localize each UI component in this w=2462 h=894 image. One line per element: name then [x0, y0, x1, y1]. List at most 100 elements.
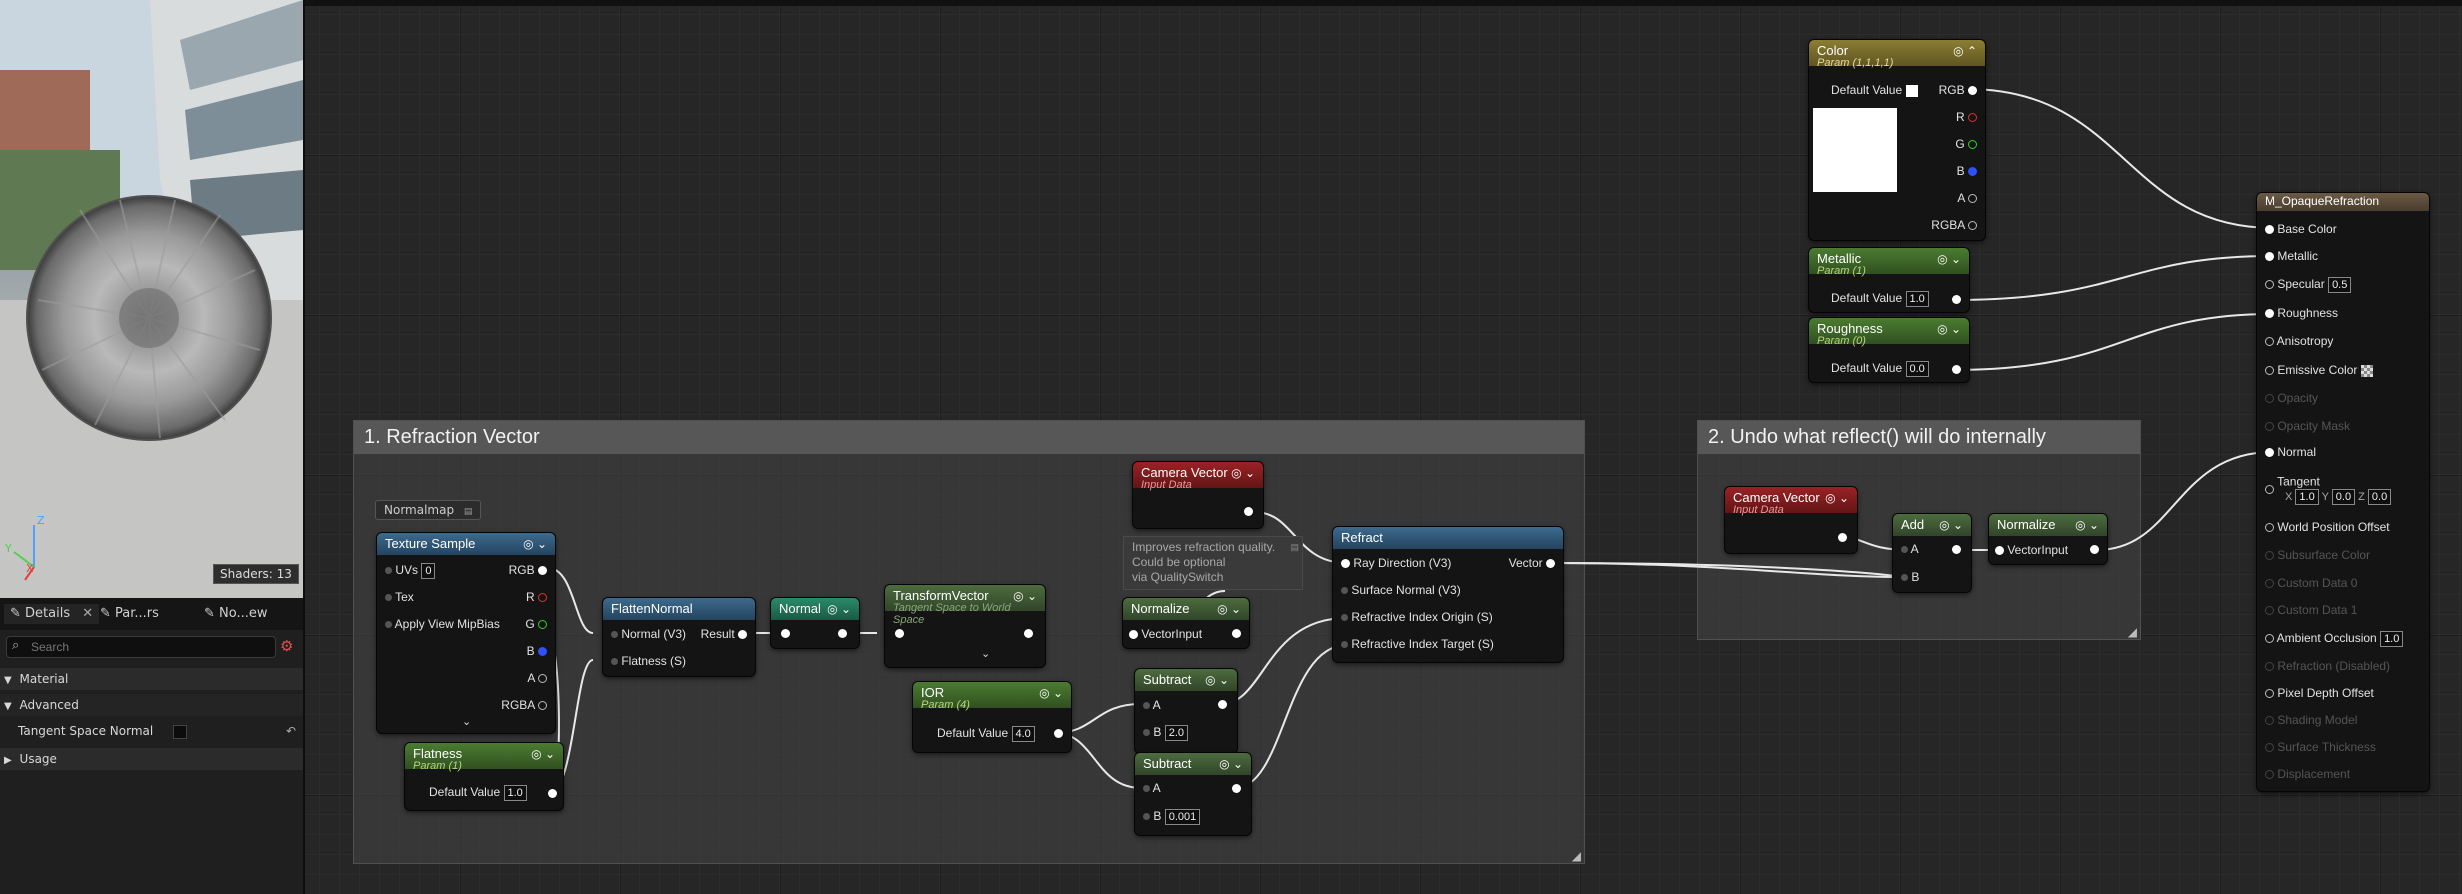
- pin-a[interactable]: A: [1901, 542, 1919, 556]
- pin-refractive-index-origin[interactable]: Refractive Index Origin (S): [1341, 610, 1493, 624]
- node-subtract-2[interactable]: Subtract ◎ ⌄ A B 0.001: [1135, 753, 1251, 835]
- node-subtract-1[interactable]: Subtract ◎ ⌄ A B 2.0: [1135, 669, 1237, 753]
- node-options-icon[interactable]: ◎ ⌄: [1205, 673, 1229, 687]
- resize-handle-icon[interactable]: ◢: [1572, 849, 1581, 863]
- pin-default-value[interactable]: Default Value 1.0: [1831, 291, 1929, 307]
- node-options-icon[interactable]: ◎ ⌄: [1039, 686, 1063, 700]
- pin-default-value[interactable]: Default Value: [1831, 83, 1918, 97]
- node-camera-vector-2[interactable]: Camera Vector Input Data ◎ ⌄: [1725, 487, 1857, 553]
- pin-out-circle-icon[interactable]: [1244, 507, 1253, 516]
- pin-metallic[interactable]: Metallic: [2265, 249, 2318, 263]
- settings-gear-icon[interactable]: ⚙: [280, 637, 293, 655]
- node-flatness-param[interactable]: Flatness Param (1) ◎ ⌄ Default Value 1.0: [405, 743, 563, 810]
- pin-world-position-offset[interactable]: World Position Offset: [2265, 520, 2390, 534]
- material-graph-canvas[interactable]: 1. Refraction Vector ◢ 2. Undo what refl…: [305, 0, 2462, 894]
- pin-out-circle-icon[interactable]: [1838, 533, 1847, 542]
- pin-b[interactable]: B: [1901, 570, 1919, 584]
- note-comment-box[interactable]: Improves refraction quality. Could be op…: [1123, 536, 1303, 590]
- pin-out-rgba[interactable]: RGBA: [501, 698, 547, 712]
- pin-out-g[interactable]: G: [1955, 137, 1977, 151]
- node-refract[interactable]: Refract Ray Direction (V3) Vector Surfac…: [1333, 527, 1563, 662]
- pin-out-rgba[interactable]: RGBA: [1931, 218, 1977, 232]
- tangent-x-field[interactable]: 1.0: [2295, 489, 2319, 505]
- section-usage[interactable]: ▶ Usage: [0, 748, 303, 770]
- pin-vector-input[interactable]: VectorInput: [1129, 627, 1202, 641]
- node-transform-vector[interactable]: TransformVector Tangent Space to World S…: [885, 585, 1045, 667]
- reset-icon[interactable]: ↶: [286, 720, 296, 742]
- pin-out-rgb[interactable]: RGB: [509, 563, 547, 577]
- node-options-icon[interactable]: ◎ ⌄: [1939, 518, 1963, 532]
- pin-apply-view-mipbias[interactable]: Apply View MipBias: [385, 617, 500, 631]
- pin-out-result[interactable]: Result: [701, 627, 747, 641]
- pin-out-circle-icon[interactable]: [1054, 729, 1063, 738]
- pin-out-circle-icon[interactable]: [1218, 700, 1227, 709]
- resize-handle-icon[interactable]: ◢: [2128, 625, 2137, 639]
- node-options-icon[interactable]: ◎ ⌃: [1953, 44, 1977, 58]
- pin-out-circle-icon[interactable]: [1232, 784, 1241, 793]
- section-material[interactable]: ▼ Material: [0, 668, 303, 690]
- pin-out-vector[interactable]: Vector: [1509, 556, 1555, 570]
- node-camera-vector-1[interactable]: Camera Vector Input Data ◎ ⌄: [1133, 462, 1263, 528]
- pin-out-circle-icon[interactable]: [1952, 295, 1961, 304]
- close-tab-icon[interactable]: ✕: [82, 606, 93, 621]
- pin-b[interactable]: B 0.001: [1143, 809, 1201, 825]
- pin-out-circle-icon[interactable]: [1232, 629, 1241, 638]
- pin-out-b[interactable]: B: [1957, 164, 1977, 178]
- pin-refractive-index-target[interactable]: Refractive Index Target (S): [1341, 637, 1494, 651]
- tangent-value-fields[interactable]: X 1.0 Y 0.0 Z 0.0: [2285, 489, 2392, 505]
- node-flatten-normal[interactable]: FlattenNormal Normal (V3) Result Flatnes…: [603, 598, 755, 676]
- node-normalize-1[interactable]: Normalize ◎ ⌄ VectorInput: [1123, 598, 1249, 648]
- pin-normal-v3[interactable]: Normal (V3): [611, 627, 686, 641]
- pin-out-circle-icon[interactable]: [1024, 629, 1033, 638]
- pin-out-circle-icon[interactable]: [1952, 545, 1961, 554]
- expand-chevron-icon[interactable]: ⌄: [981, 647, 990, 660]
- pin-out-b[interactable]: B: [527, 644, 547, 658]
- expand-chevron-icon[interactable]: ⌄: [462, 715, 471, 728]
- pin-out-circle-icon[interactable]: [1952, 365, 1961, 374]
- pin-out-g[interactable]: G: [525, 617, 547, 631]
- pin-in-circle-icon[interactable]: [895, 629, 904, 638]
- pin-out-r[interactable]: R: [1956, 110, 1977, 124]
- pin-out-circle-icon[interactable]: [838, 629, 847, 638]
- pin-out-circle-icon[interactable]: [548, 789, 557, 798]
- default-value-field[interactable]: 1.0: [1905, 291, 1929, 307]
- pin-out-circle-icon[interactable]: [2090, 545, 2099, 554]
- pin-uvs[interactable]: UVs 0: [385, 563, 436, 579]
- tab-parameters[interactable]: ✎ Par...rs: [100, 604, 159, 624]
- node-options-icon[interactable]: ◎ ⌄: [2075, 518, 2099, 532]
- node-options-icon[interactable]: ◎ ⌄: [1937, 322, 1961, 336]
- tangent-z-field[interactable]: 0.0: [2367, 489, 2392, 505]
- pin-default-value[interactable]: Default Value 4.0: [937, 726, 1035, 742]
- pin-normal[interactable]: Normal: [2265, 445, 2316, 459]
- tab-node-preview[interactable]: ✎ No...ew: [204, 604, 268, 624]
- tab-details[interactable]: ✎ Details ✕: [4, 604, 100, 624]
- node-options-icon[interactable]: ◎ ⌄: [523, 537, 547, 551]
- b-value-field[interactable]: 2.0: [1164, 725, 1188, 741]
- pin-out-r[interactable]: R: [526, 590, 547, 604]
- emissive-swatch-icon[interactable]: [2360, 364, 2373, 377]
- node-options-icon[interactable]: ◎ ⌄: [1937, 252, 1961, 266]
- default-value-field[interactable]: 0.0: [1905, 361, 1929, 377]
- pin-a[interactable]: A: [1143, 781, 1161, 795]
- node-normalize-2[interactable]: Normalize ◎ ⌄ VectorInput: [1989, 514, 2107, 564]
- node-options-icon[interactable]: ◎ ⌄: [1217, 602, 1241, 616]
- section-advanced[interactable]: ▼ Advanced: [0, 694, 303, 716]
- node-options-icon[interactable]: ◎ ⌄: [1231, 466, 1255, 480]
- pin-tex[interactable]: Tex: [385, 590, 414, 604]
- pin-b[interactable]: B 2.0: [1143, 725, 1188, 741]
- material-preview-viewport[interactable]: Z Y X Shaders: 13: [0, 0, 303, 598]
- node-material-result[interactable]: M_OpaqueRefraction Base Color Metallic S…: [2257, 193, 2429, 791]
- pin-roughness[interactable]: Roughness: [2265, 306, 2338, 320]
- node-options-icon[interactable]: ◎ ⌄: [1825, 491, 1849, 505]
- ambient-occlusion-value-field[interactable]: 1.0: [2380, 631, 2404, 647]
- node-texture-sample[interactable]: Texture Sample ◎ ⌄ UVs 0 Tex Apply View …: [377, 533, 555, 733]
- pin-default-value[interactable]: Default Value 1.0: [429, 785, 527, 801]
- pin-surface-normal[interactable]: Surface Normal (V3): [1341, 583, 1461, 597]
- pin-out-a[interactable]: A: [1957, 191, 1977, 205]
- uvs-value[interactable]: 0: [421, 563, 436, 579]
- node-roughness-param[interactable]: Roughness Param (0) ◎ ⌄ Default Value 0.…: [1809, 318, 1969, 382]
- pin-anisotropy[interactable]: Anisotropy: [2265, 334, 2333, 348]
- pin-out-a[interactable]: A: [527, 671, 547, 685]
- pin-a[interactable]: A: [1143, 698, 1161, 712]
- normalmap-reroute-label[interactable]: Normalmap ▤: [375, 500, 482, 520]
